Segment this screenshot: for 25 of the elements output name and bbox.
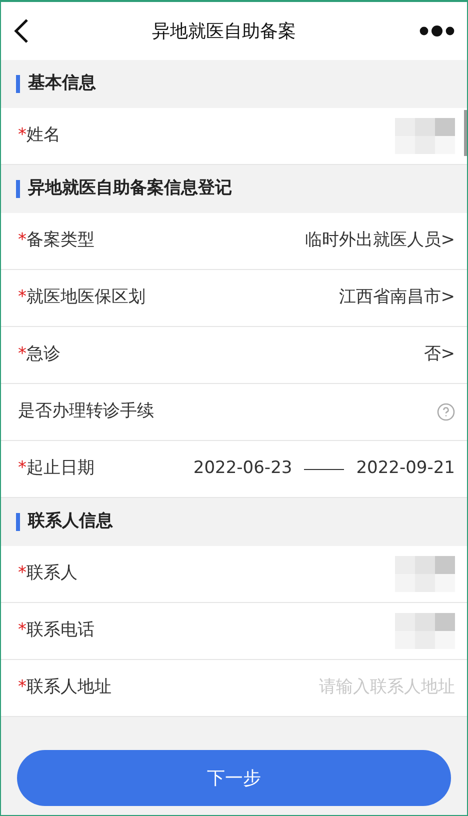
- field-label: *联系电话: [18, 619, 94, 642]
- field-label: *备案类型: [18, 229, 94, 252]
- section-title: 联系人信息: [28, 510, 113, 534]
- field-label: *就医地医保区划: [18, 286, 146, 310]
- select-value[interactable]: 临时外出就医人员>: [304, 228, 455, 254]
- back-icon[interactable]: [13, 18, 29, 44]
- scrollbar: [464, 110, 467, 156]
- section-title: 基本信息: [28, 72, 96, 96]
- field-label: *姓名: [18, 124, 60, 148]
- field-label: *联系人: [18, 562, 78, 586]
- start-date[interactable]: 2022-06-23: [193, 456, 292, 482]
- end-date[interactable]: 2022-09-21: [356, 456, 455, 482]
- more-icon[interactable]: [419, 25, 455, 37]
- page-title: 异地就医自助备案: [152, 20, 296, 44]
- redacted-drawing: [395, 613, 455, 649]
- redacted-drawing: [395, 118, 455, 154]
- next-button[interactable]: 下一步: [17, 750, 451, 806]
- field-label: *急诊: [18, 343, 60, 366]
- field-label: 是否办理转诊手续: [18, 400, 154, 424]
- field-label: *联系人地址: [18, 676, 112, 700]
- field-label: *起止日期: [18, 457, 94, 480]
- select-value[interactable]: 江西省南昌市>: [338, 285, 455, 311]
- section-title: 异地就医自助备案信息登记: [28, 177, 232, 200]
- redacted-drawing: [395, 556, 455, 592]
- select-value[interactable]: 否>: [424, 342, 455, 368]
